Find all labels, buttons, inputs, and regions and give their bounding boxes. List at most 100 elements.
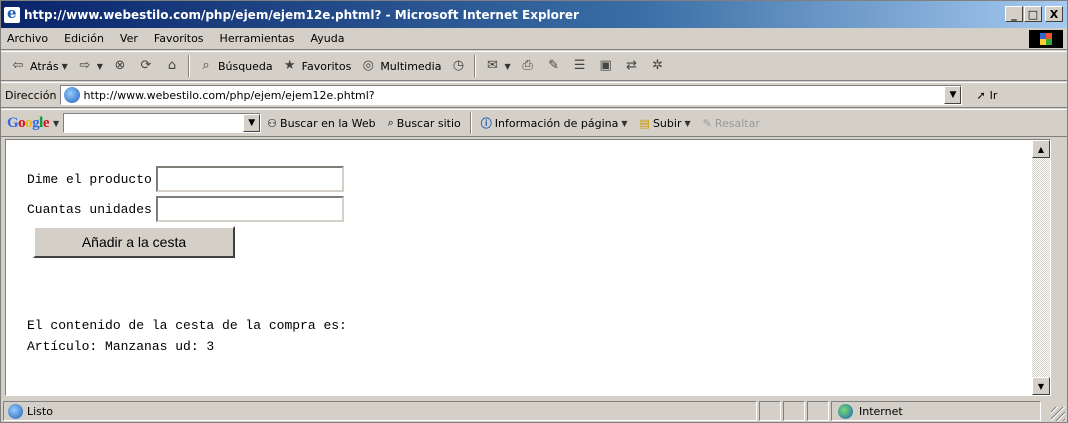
translate-icon: ⇄ [626,58,638,73]
address-bar: Dirección ▼ ➚ Ir [1,82,1067,108]
product-input[interactable] [155,166,344,192]
google-search-input[interactable] [64,114,241,132]
product-label: Dime el producto [27,171,152,187]
menu-ver[interactable]: Ver [112,32,146,45]
zone-label: Internet [859,404,903,418]
folder-up-icon: ▤ [639,116,650,130]
discuss-button[interactable]: ☰ [567,54,593,78]
page-info-button[interactable]: ⓘ Información de página ▼ [475,115,634,131]
cart-heading: El contenido de la cesta de la compra es… [27,318,347,333]
messenger-button[interactable]: ✲ [645,54,671,78]
go-button[interactable]: ➚ Ir [976,89,997,102]
status-cell [759,401,781,421]
close-button[interactable]: X [1045,6,1063,22]
status-bar: Listo Internet [1,399,1067,423]
binoculars-icon: ⚇ [267,116,278,130]
page-info-dropdown-icon[interactable]: ▼ [621,119,627,128]
vertical-scrollbar[interactable]: ▲ ▼ [1032,140,1050,395]
address-input[interactable] [83,88,924,102]
back-dropdown-icon[interactable]: ▼ [62,62,68,71]
search-button[interactable]: ⌕ Búsqueda [193,54,277,78]
cart-output: El contenido de la cesta de la compra es… [27,315,347,357]
google-menu-dropdown-icon[interactable]: ▼ [53,119,59,128]
toolbar-separator [187,55,190,77]
address-dropdown-icon[interactable]: ▼ [944,86,962,104]
back-label: Atrás [30,59,59,73]
edit-icon: ✎ [548,58,560,73]
scroll-down-arrow-icon[interactable]: ▼ [1032,377,1050,395]
cart-item: Artículo: Manzanas ud: 3 [27,339,215,354]
home-icon: ⌂ [167,58,177,73]
minimize-button[interactable]: _ [1005,6,1023,22]
history-button[interactable]: ◷ [445,54,471,78]
media-icon: ◎ [362,58,374,73]
status-cell [807,401,829,421]
search-site-button[interactable]: ⌕ Buscar sitio [382,116,467,130]
home-button[interactable]: ⌂ [159,54,185,78]
menu-bar: Archivo Edición Ver Favoritos Herramient… [1,28,1067,50]
ie-page-icon [8,403,23,419]
info-icon: ⓘ [480,117,492,130]
menu-herramientas[interactable]: Herramientas [212,32,303,45]
media-button[interactable]: ◎ Multimedia [355,54,445,78]
status-cell [783,401,805,421]
print-button[interactable]: ⎙ [515,54,541,78]
security-zone[interactable]: Internet [831,401,1041,421]
research-button[interactable]: ▣ [593,54,619,78]
search-web-button[interactable]: ⚇ Buscar en la Web [261,117,381,130]
google-toolbar: Google ▼ ▼ ⚇ Buscar en la Web ⌕ Buscar s… [1,109,1067,137]
refresh-button[interactable]: ⟳ [133,54,159,78]
translate-button[interactable]: ⇄ [619,54,645,78]
research-icon: ▣ [599,58,612,73]
units-row: Cuantas unidades [27,194,344,224]
go-label: Ir [989,88,998,102]
google-logo[interactable]: Google [7,115,50,132]
up-dropdown-icon[interactable]: ▼ [684,119,690,128]
page-info-label: Información de página [494,116,619,130]
highlighter-icon: ✎ [702,116,712,130]
resize-grip-icon[interactable] [1051,407,1065,421]
address-label: Dirección [5,88,57,102]
globe-icon [838,403,853,419]
add-to-cart-button[interactable]: Añadir a la cesta [33,226,235,258]
forward-icon: ⇨ [79,58,91,73]
status-text: Listo [27,404,53,418]
edit-button[interactable]: ✎ [541,54,567,78]
address-field[interactable]: ▼ [60,85,963,105]
back-button[interactable]: ⇦ Atrás ▼ [5,54,72,78]
highlight-button[interactable]: ✎ Resaltar [697,117,766,130]
google-search-box[interactable]: ▼ [63,113,262,133]
status-text-panel: Listo [3,401,757,421]
history-icon: ◷ [452,58,465,73]
google-search-dropdown-icon[interactable]: ▼ [243,114,261,132]
menu-edicion[interactable]: Edición [56,32,112,45]
refresh-icon: ⟳ [140,58,152,73]
forward-button[interactable]: ⇨ ▼ [72,54,107,78]
mail-button[interactable]: ✉ ▼ [479,54,514,78]
units-input[interactable] [155,196,344,222]
maximize-button[interactable]: □ [1024,6,1042,22]
go-icon: ➚ [976,88,986,102]
stop-icon: ⊗ [114,58,126,73]
search-icon: ⌕ [202,58,210,73]
ie-icon[interactable] [4,4,20,23]
menu-favoritos[interactable]: Favoritos [146,32,212,45]
standard-toolbar: ⇦ Atrás ▼ ⇨ ▼ ⊗ ⟳ ⌂ ⌕ Búsqueda ★ Favorit… [1,51,1067,81]
title-bar[interactable]: http://www.webestilo.com/php/ejem/ejem12… [1,1,1067,28]
product-row: Dime el producto [27,164,344,194]
ie-window: http://www.webestilo.com/php/ejem/ejem12… [0,0,1068,423]
search-label: Búsqueda [217,59,273,73]
site-search-icon: ⌕ [387,116,394,129]
menu-archivo[interactable]: Archivo [1,32,56,45]
stop-button[interactable]: ⊗ [107,54,133,78]
mail-dropdown-icon[interactable]: ▼ [504,62,510,71]
toolbar-separator [474,55,477,77]
forward-dropdown-icon[interactable]: ▼ [97,62,103,71]
favorites-button[interactable]: ★ Favoritos [277,54,356,78]
scroll-up-arrow-icon[interactable]: ▲ [1032,140,1050,158]
print-icon: ⎙ [522,58,533,73]
cart-form: Dime el producto Cuantas unidades Añadir… [27,164,344,258]
menu-ayuda[interactable]: Ayuda [302,32,352,45]
up-button[interactable]: ▤ Subir ▼ [634,117,697,130]
messenger-icon: ✲ [652,58,664,73]
